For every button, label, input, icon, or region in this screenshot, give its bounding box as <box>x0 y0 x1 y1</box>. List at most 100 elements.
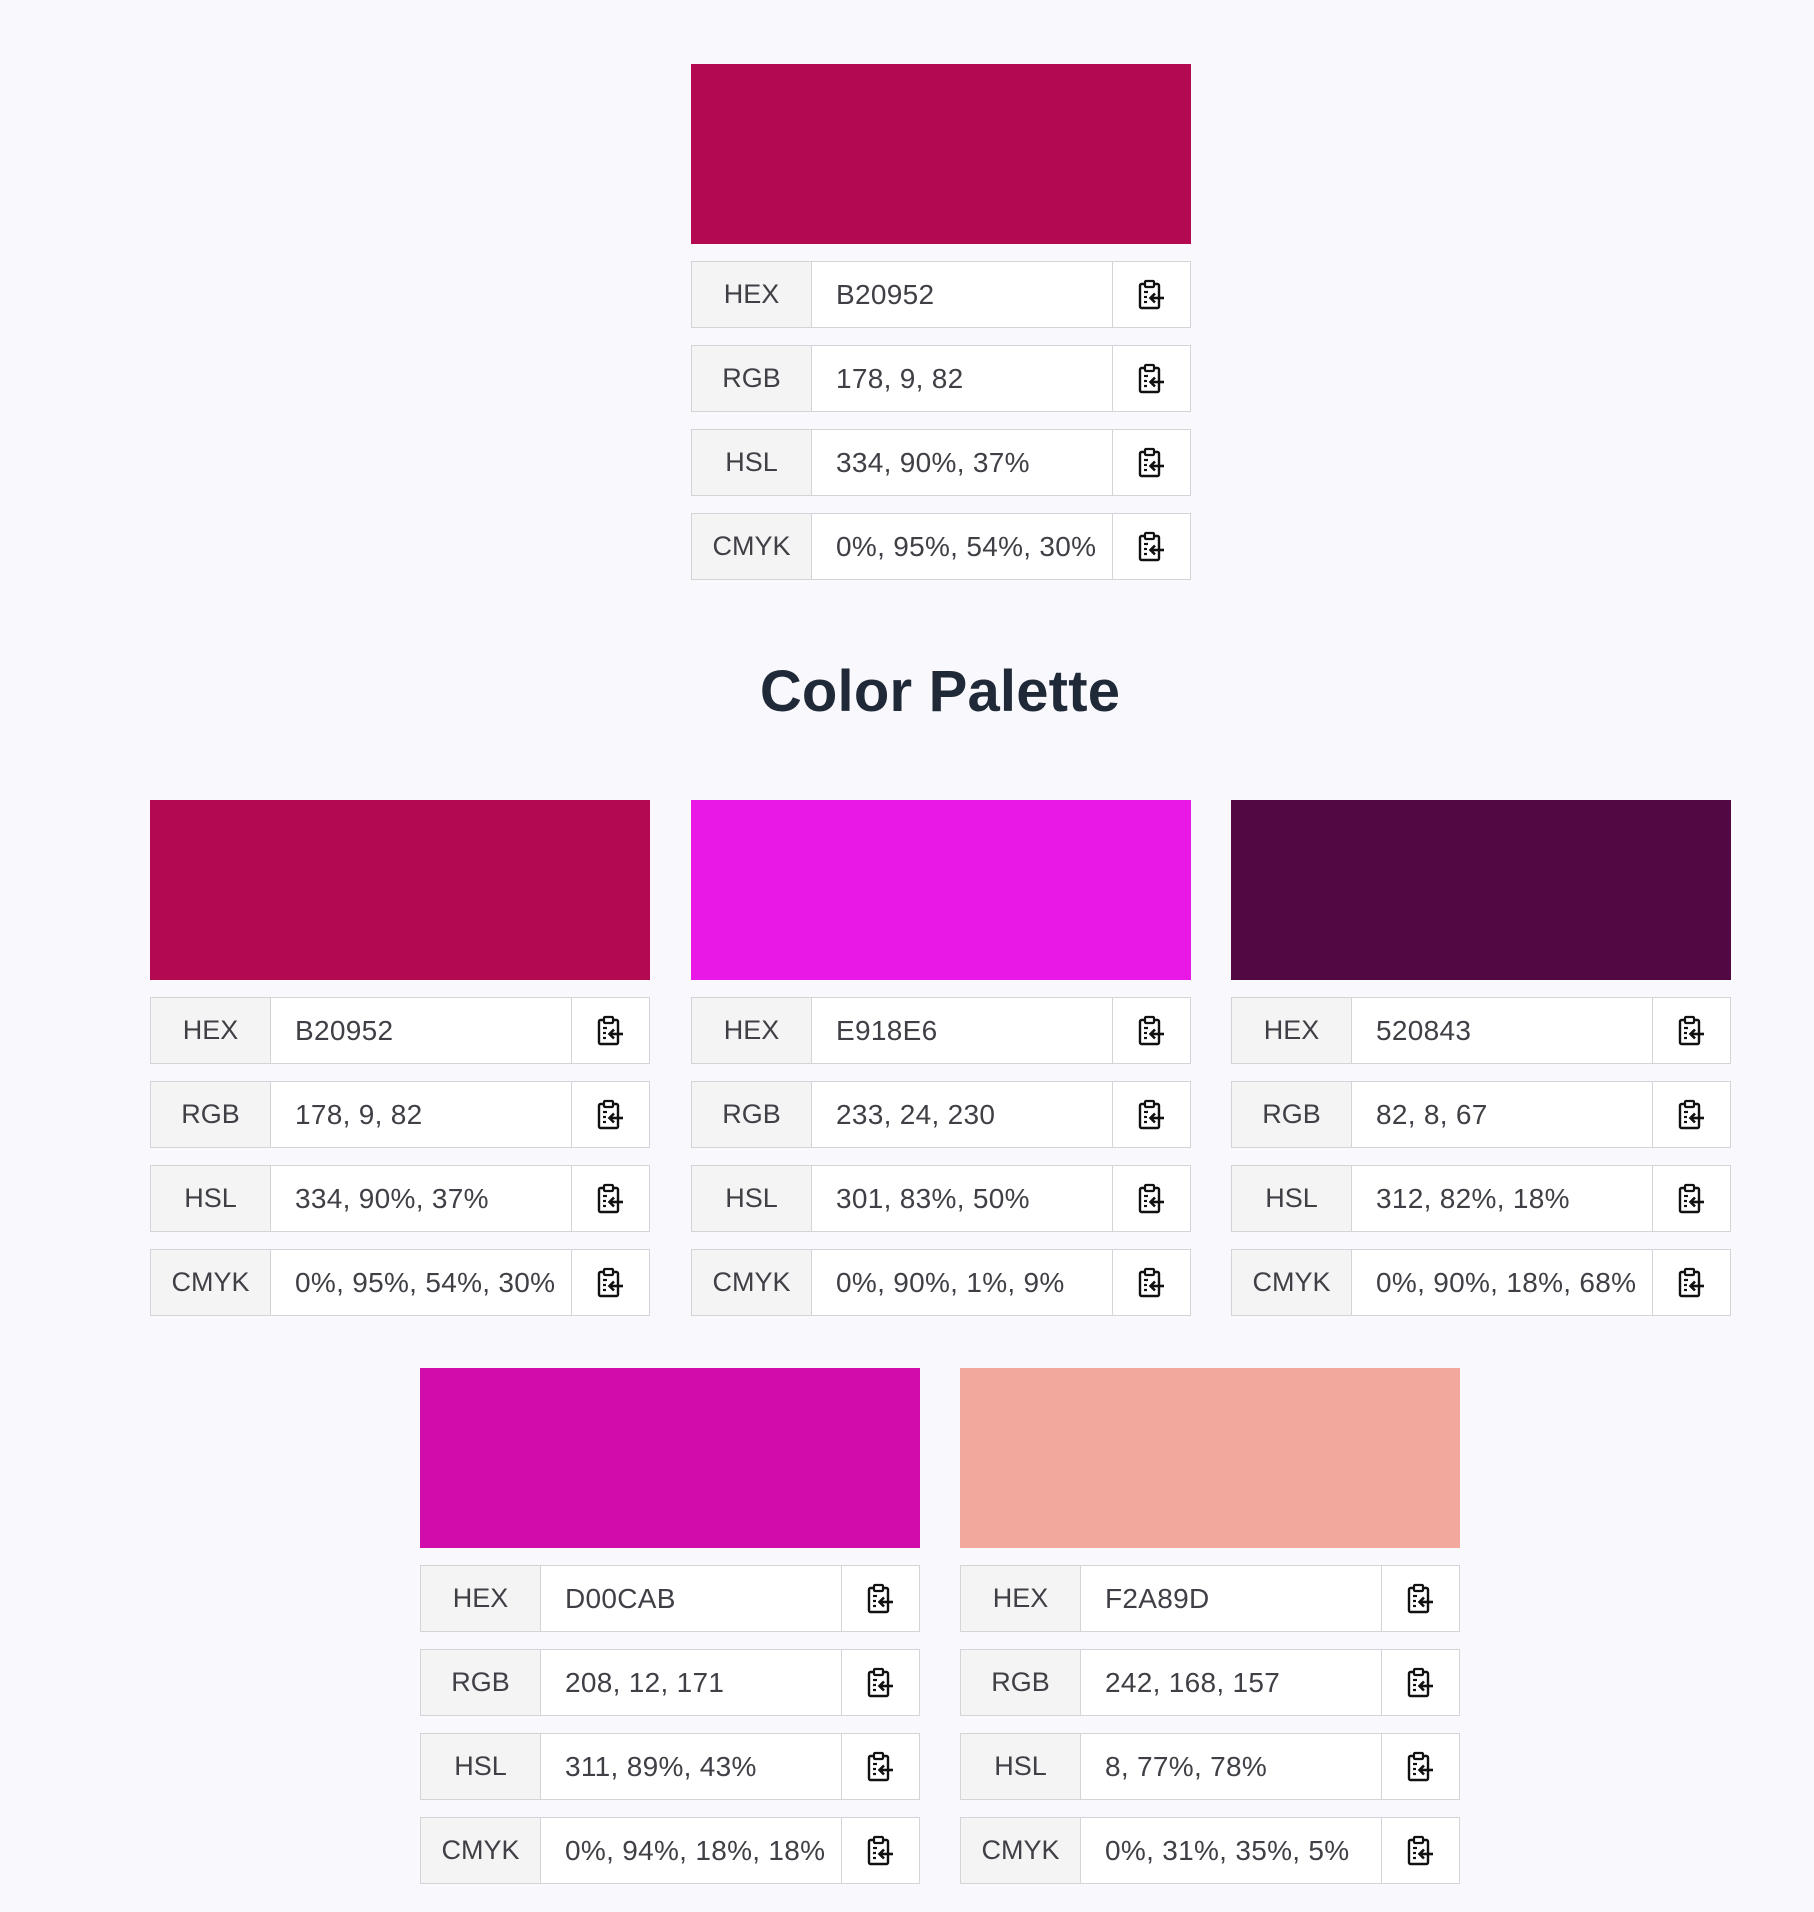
format-value[interactable]: 0%, 95%, 54%, 30% <box>812 514 1112 579</box>
copy-button[interactable] <box>841 1650 919 1715</box>
palette-card: HEX B20952 RGB 178, 9, 82 HSL 334, 90%, … <box>150 800 650 1316</box>
clipboard-copy-icon <box>1137 1267 1167 1299</box>
copy-button[interactable] <box>1112 1082 1190 1147</box>
format-value[interactable]: 242, 168, 157 <box>1081 1650 1381 1715</box>
format-value[interactable]: 0%, 90%, 1%, 9% <box>812 1250 1112 1315</box>
format-value[interactable]: 178, 9, 82 <box>271 1082 571 1147</box>
format-label: RGB <box>151 1082 271 1147</box>
format-label: HEX <box>692 262 812 327</box>
clipboard-copy-icon <box>596 1267 626 1299</box>
clipboard-copy-icon <box>1677 1099 1707 1131</box>
clipboard-copy-icon <box>1137 279 1167 311</box>
hero-color-card: HEX B20952 RGB 178, 9, 82 HSL 334, 90%, … <box>691 64 1191 580</box>
cmyk-row: CMYK 0%, 95%, 54%, 30% <box>150 1249 650 1316</box>
copy-button[interactable] <box>1381 1650 1459 1715</box>
copy-button[interactable] <box>1381 1566 1459 1631</box>
format-label: CMYK <box>151 1250 271 1315</box>
clipboard-copy-icon <box>1677 1183 1707 1215</box>
format-value[interactable]: B20952 <box>271 998 571 1063</box>
copy-button[interactable] <box>1112 430 1190 495</box>
copy-button[interactable] <box>1381 1734 1459 1799</box>
copy-button[interactable] <box>1652 1082 1730 1147</box>
hex-row: HEX B20952 <box>691 261 1191 328</box>
hsl-row: HSL 334, 90%, 37% <box>150 1165 650 1232</box>
format-value[interactable]: 233, 24, 230 <box>812 1082 1112 1147</box>
rgb-row: RGB 82, 8, 67 <box>1231 1081 1731 1148</box>
palette-card: HEX F2A89D RGB 242, 168, 157 HSL 8, 77%,… <box>960 1368 1460 1884</box>
clipboard-copy-icon <box>1677 1015 1707 1047</box>
format-label: RGB <box>961 1650 1081 1715</box>
copy-button[interactable] <box>1112 514 1190 579</box>
format-label: CMYK <box>1232 1250 1352 1315</box>
copy-button[interactable] <box>1112 1166 1190 1231</box>
clipboard-copy-icon <box>596 1183 626 1215</box>
format-value[interactable]: E918E6 <box>812 998 1112 1063</box>
copy-button[interactable] <box>1112 346 1190 411</box>
clipboard-copy-icon <box>1137 1015 1167 1047</box>
format-label: CMYK <box>421 1818 541 1883</box>
color-swatch <box>960 1368 1460 1548</box>
format-value[interactable]: 208, 12, 171 <box>541 1650 841 1715</box>
palette-card: HEX 520843 RGB 82, 8, 67 HSL 312, 82%, 1… <box>1231 800 1731 1316</box>
copy-button[interactable] <box>1652 998 1730 1063</box>
format-value[interactable]: 82, 8, 67 <box>1352 1082 1652 1147</box>
format-label: HEX <box>961 1566 1081 1631</box>
rgb-row: RGB 242, 168, 157 <box>960 1649 1460 1716</box>
clipboard-copy-icon <box>1406 1583 1436 1615</box>
format-value[interactable]: 334, 90%, 37% <box>812 430 1112 495</box>
hsl-row: HSL 311, 89%, 43% <box>420 1733 920 1800</box>
format-value[interactable]: 0%, 94%, 18%, 18% <box>541 1818 841 1883</box>
format-value[interactable]: 0%, 31%, 35%, 5% <box>1081 1818 1381 1883</box>
copy-button[interactable] <box>1112 1250 1190 1315</box>
format-value[interactable]: 0%, 95%, 54%, 30% <box>271 1250 571 1315</box>
cmyk-row: CMYK 0%, 94%, 18%, 18% <box>420 1817 920 1884</box>
format-label: CMYK <box>692 514 812 579</box>
clipboard-copy-icon <box>866 1835 896 1867</box>
hex-row: HEX 520843 <box>1231 997 1731 1064</box>
copy-button[interactable] <box>841 1734 919 1799</box>
copy-button[interactable] <box>1112 998 1190 1063</box>
format-label: HSL <box>421 1734 541 1799</box>
copy-button[interactable] <box>841 1566 919 1631</box>
clipboard-copy-icon <box>1137 1183 1167 1215</box>
format-label: HEX <box>151 998 271 1063</box>
copy-button[interactable] <box>1652 1166 1730 1231</box>
format-value[interactable]: 311, 89%, 43% <box>541 1734 841 1799</box>
copy-button[interactable] <box>571 1166 649 1231</box>
copy-button[interactable] <box>1381 1818 1459 1883</box>
format-value[interactable]: 0%, 90%, 18%, 68% <box>1352 1250 1652 1315</box>
format-label: HSL <box>1232 1166 1352 1231</box>
clipboard-copy-icon <box>866 1751 896 1783</box>
hsl-row: HSL 312, 82%, 18% <box>1231 1165 1731 1232</box>
format-value[interactable]: 301, 83%, 50% <box>812 1166 1112 1231</box>
hsl-row: HSL 8, 77%, 78% <box>960 1733 1460 1800</box>
clipboard-copy-icon <box>1406 1751 1436 1783</box>
hsl-row: HSL 334, 90%, 37% <box>691 429 1191 496</box>
copy-button[interactable] <box>1112 262 1190 327</box>
format-label: HEX <box>692 998 812 1063</box>
clipboard-copy-icon <box>1137 363 1167 395</box>
format-value[interactable]: 8, 77%, 78% <box>1081 1734 1381 1799</box>
color-swatch <box>420 1368 920 1548</box>
format-value[interactable]: D00CAB <box>541 1566 841 1631</box>
format-value[interactable]: 334, 90%, 37% <box>271 1166 571 1231</box>
copy-button[interactable] <box>841 1818 919 1883</box>
clipboard-copy-icon <box>1137 1099 1167 1131</box>
format-label: HEX <box>1232 998 1352 1063</box>
copy-button[interactable] <box>571 1082 649 1147</box>
format-value[interactable]: 178, 9, 82 <box>812 346 1112 411</box>
format-value[interactable]: 520843 <box>1352 998 1652 1063</box>
format-value[interactable]: B20952 <box>812 262 1112 327</box>
format-label: HSL <box>151 1166 271 1231</box>
format-label: HSL <box>692 430 812 495</box>
hex-row: HEX F2A89D <box>960 1565 1460 1632</box>
copy-button[interactable] <box>1652 1250 1730 1315</box>
rgb-row: RGB 208, 12, 171 <box>420 1649 920 1716</box>
color-swatch <box>1231 800 1731 980</box>
palette-card: HEX D00CAB RGB 208, 12, 171 HSL 311, 89%… <box>420 1368 920 1884</box>
copy-button[interactable] <box>571 998 649 1063</box>
clipboard-copy-icon <box>1406 1835 1436 1867</box>
format-value[interactable]: 312, 82%, 18% <box>1352 1166 1652 1231</box>
format-value[interactable]: F2A89D <box>1081 1566 1381 1631</box>
copy-button[interactable] <box>571 1250 649 1315</box>
